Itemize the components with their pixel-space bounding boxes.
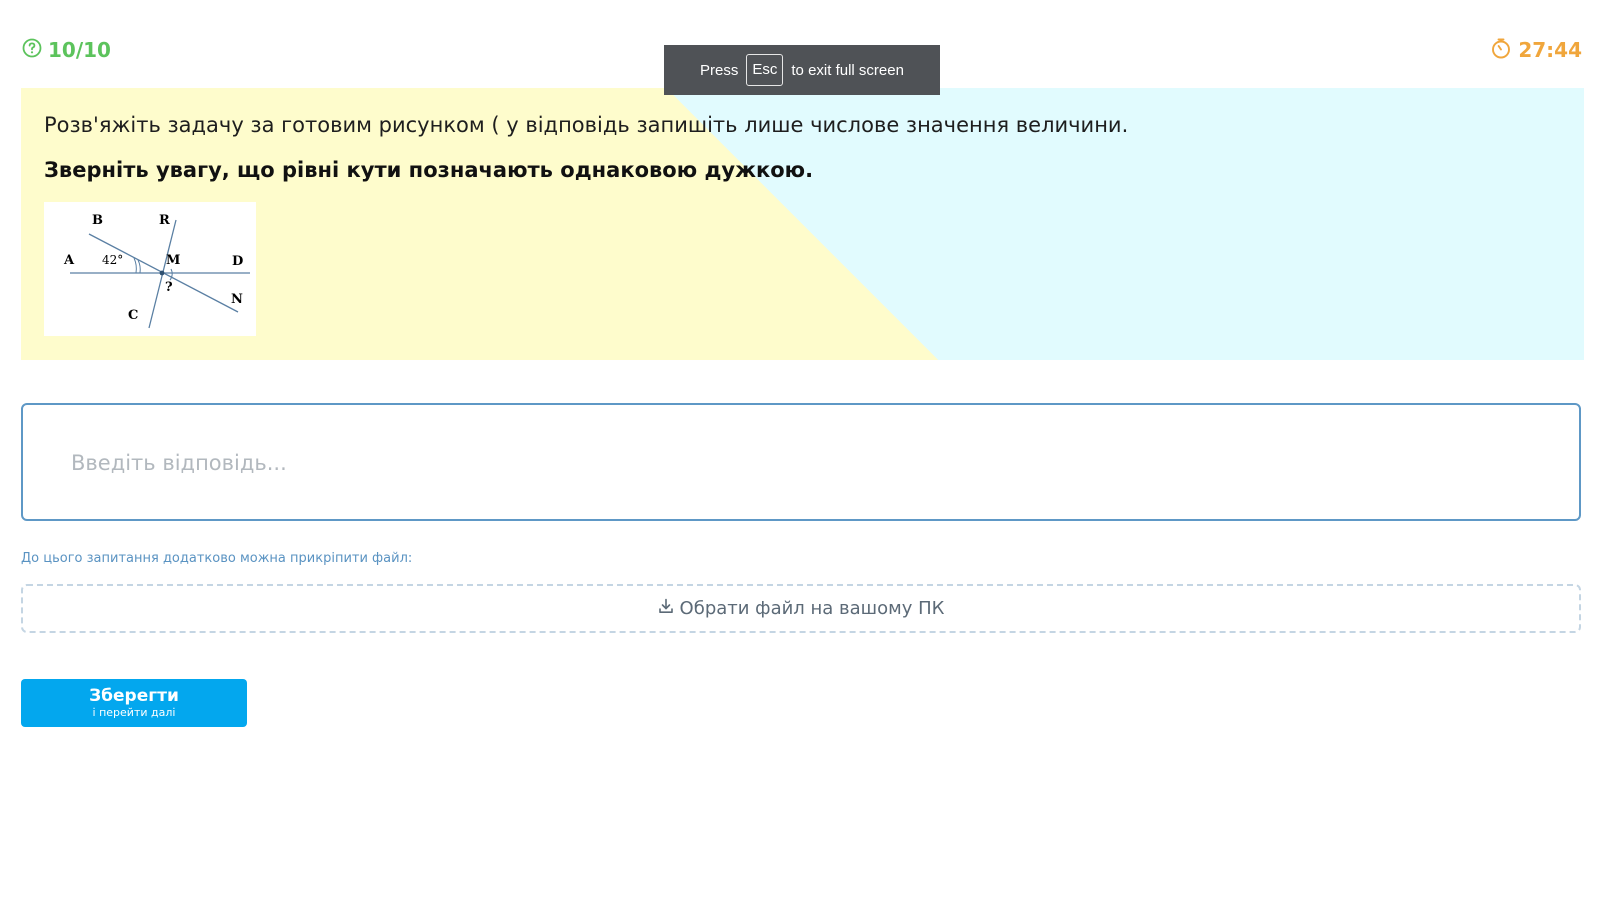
angle-arc-42-inner — [137, 259, 141, 274]
label-c: C — [128, 308, 138, 323]
save-button-label: Зберегти — [89, 686, 179, 706]
question-circle-icon — [22, 38, 42, 63]
label-b: B — [92, 213, 103, 228]
angle-arc-42 — [133, 257, 137, 274]
label-a: A — [63, 253, 75, 268]
download-icon — [658, 598, 674, 619]
label-question: ? — [165, 280, 173, 295]
label-n: N — [231, 292, 243, 307]
label-angle-42: 42° — [102, 253, 123, 267]
question-text: Розв'яжіть задачу за готовим рисунком ( … — [44, 113, 1129, 137]
question-counter-text: 10/10 — [48, 38, 111, 62]
point-m — [159, 270, 165, 276]
attachment-hint: До цього запитання додатково можна прикр… — [21, 551, 413, 566]
save-button[interactable]: Зберегти і перейти далі — [21, 679, 247, 727]
angle-arc-unknown — [169, 268, 173, 281]
question-card: Розв'яжіть задачу за готовим рисунком ( … — [21, 88, 1584, 360]
esc-key-badge: Esc — [746, 54, 784, 86]
question-figure: B R A 42° M D ? N C — [44, 202, 256, 336]
question-note: Зверніть увагу, що рівні кути позначають… — [44, 158, 814, 182]
timer-text: 27:44 — [1518, 38, 1582, 62]
toast-rest-text: to exit full screen — [791, 61, 904, 79]
fullscreen-toast: Press Esc to exit full screen — [664, 45, 940, 95]
save-button-sublabel: і перейти далі — [92, 706, 176, 719]
label-m: M — [166, 253, 180, 268]
choose-file-button[interactable]: Обрати файл на вашому ПК — [21, 584, 1581, 633]
choose-file-label: Обрати файл на вашому ПК — [679, 598, 945, 619]
toast-press-text: Press — [700, 61, 739, 79]
timer: 27:44 — [1490, 37, 1582, 63]
stopwatch-icon — [1490, 37, 1512, 64]
label-r: R — [159, 213, 170, 228]
answer-field-container[interactable] — [21, 403, 1581, 521]
answer-input[interactable] — [69, 441, 1533, 485]
question-counter: 10/10 — [22, 37, 111, 63]
label-d: D — [232, 254, 243, 269]
